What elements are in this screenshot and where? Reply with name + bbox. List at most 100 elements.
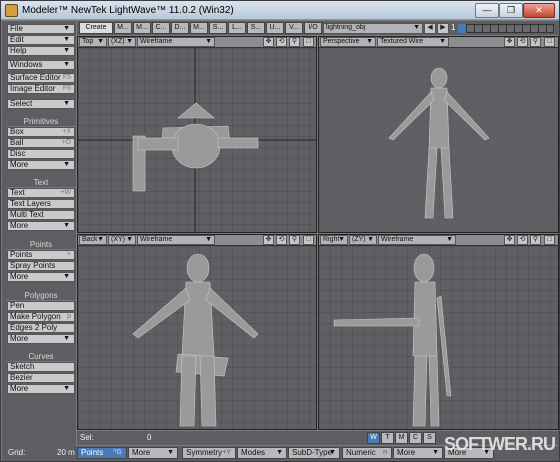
view-select[interactable]: Right ▼ (320, 235, 348, 245)
bezier-button[interactable]: Bezier (7, 373, 75, 383)
active-layer[interactable] (458, 24, 466, 33)
text-more-menu[interactable]: More ▼ (7, 221, 75, 231)
morph-toggle[interactable]: M (395, 432, 408, 444)
viewport-back[interactable]: Back ▼ (XY) ▼ Wireframe ▼ ✥ ⟲ ⚲ □ (77, 234, 317, 430)
polygons-more-menu[interactable]: More ▼ (7, 334, 75, 344)
primitives-more-menu[interactable]: More ▼ (7, 160, 75, 170)
edit-menu[interactable]: Edit ▼ (7, 35, 75, 45)
viewport-right[interactable]: Right ▼ (ZY) ▼ Wireframe ▼ ✥ ⟲ ⚲ □ (318, 234, 559, 430)
minimize-button[interactable]: — (475, 3, 499, 18)
close-button[interactable]: ✕ (523, 3, 555, 18)
tab-map[interactable]: M... (190, 22, 208, 34)
pen-button[interactable]: Pen (7, 301, 75, 311)
sketch-button[interactable]: Sketch (7, 362, 75, 372)
tab-detail[interactable]: D... (171, 22, 189, 34)
render-mode-select[interactable]: Wireframe ▼ (137, 235, 215, 245)
zoom-view-icon[interactable]: ⚲ (289, 235, 300, 245)
sel-value: 0 (147, 433, 152, 442)
curves-more-menu[interactable]: More ▼ (7, 384, 75, 394)
view-select[interactable]: Perspective ▼ (320, 37, 376, 47)
image-editor-button[interactable]: Image Editor F6 (7, 84, 75, 94)
sel-label: Sel: (80, 433, 94, 442)
spray-points-button[interactable]: Spray Points (7, 261, 75, 271)
viewport-perspective[interactable]: Perspective ▼ Textured Wire ▼ ✥ ⟲ ⚲ □ (318, 36, 559, 233)
render-mode-select[interactable]: Textured Wire ▼ (377, 37, 449, 47)
axis-select[interactable]: (XY) ▼ (108, 235, 136, 245)
text-layers-button[interactable]: Text Layers (7, 199, 75, 209)
zoom-view-icon[interactable]: ⚲ (289, 37, 300, 47)
color-toggle[interactable]: C (409, 432, 422, 444)
move-view-icon[interactable]: ✥ (263, 235, 274, 245)
tab-layout[interactable]: L... (228, 22, 246, 34)
tab-utilities[interactable]: U... (266, 22, 284, 34)
maximize-view-icon[interactable]: □ (303, 37, 314, 47)
zoom-view-icon[interactable]: ⚲ (530, 37, 541, 47)
windows-menu[interactable]: Windows ▼ (7, 60, 75, 70)
text-header: Text (6, 178, 76, 188)
subd-type-menu[interactable]: SubD-Type ▼ (288, 447, 340, 459)
move-view-icon[interactable]: ✥ (263, 37, 274, 47)
axis-select[interactable]: (XZ) ▼ (108, 37, 136, 47)
ball-button[interactable]: Ball +O (7, 138, 75, 148)
rotate-view-icon[interactable]: ⟲ (517, 37, 528, 47)
maximize-view-icon[interactable]: □ (544, 37, 555, 47)
prev-arrow-icon[interactable]: ◀ (424, 23, 436, 34)
move-view-icon[interactable]: ✥ (504, 235, 515, 245)
texture-toggle[interactable]: T (381, 432, 394, 444)
layer-number: 1 (451, 23, 456, 32)
make-polygon-button[interactable]: Make Polygon p (7, 312, 75, 322)
rotate-view-icon[interactable]: ⟲ (276, 235, 287, 245)
right-view-canvas (319, 246, 558, 429)
maximize-view-icon[interactable]: □ (544, 235, 555, 245)
move-view-icon[interactable]: ✥ (504, 37, 515, 47)
multi-text-button[interactable]: Multi Text (7, 210, 75, 220)
tab-io[interactable]: I/O (304, 22, 322, 34)
numeric-button[interactable]: Numeric n (342, 447, 392, 459)
viewport-header: Back ▼ (XY) ▼ Wireframe ▼ ✥ ⟲ ⚲ □ (78, 235, 316, 246)
title-bar: Modeler™ NewTek LightWave™ 11.0.2 (Win32… (1, 1, 559, 20)
viewport-top[interactable]: Top ▼ (XZ) ▼ Wireframe ▼ ✥ ⟲ ⚲ □ (77, 36, 317, 233)
view-select[interactable]: Back ▼ (79, 235, 107, 245)
next-arrow-icon[interactable]: ▶ (437, 23, 449, 34)
axis-select[interactable]: (ZY) ▼ (349, 235, 377, 245)
view-select[interactable]: Top ▼ (79, 37, 107, 47)
tab-view[interactable]: V... (285, 22, 303, 34)
tab-select[interactable]: S... (247, 22, 265, 34)
points-header: Points (6, 240, 76, 250)
polygons-header: Polygons (6, 291, 76, 301)
tab-multiply[interactable]: M... (133, 22, 151, 34)
text-button[interactable]: Text +W (7, 188, 75, 198)
render-mode-select[interactable]: Wireframe ▼ (378, 235, 456, 245)
points-button[interactable]: Points + (7, 250, 75, 260)
tab-construct[interactable]: C... (152, 22, 170, 34)
zoom-view-icon[interactable]: ⚲ (530, 235, 541, 245)
layer-bank[interactable] (458, 24, 554, 33)
edges-2-poly-button[interactable]: Edges 2 Poly (7, 323, 75, 333)
symmetry-button[interactable]: Symmetry +Y (182, 447, 236, 459)
viewport-header: Perspective ▼ Textured Wire ▼ ✥ ⟲ ⚲ □ (319, 37, 558, 48)
tab-setup[interactable]: S... (209, 22, 227, 34)
more-tools-menu[interactable]: More ▼ (393, 447, 443, 459)
wireframe-toggle[interactable]: W (367, 432, 380, 444)
rotate-view-icon[interactable]: ⟲ (276, 37, 287, 47)
window-title: Modeler™ NewTek LightWave™ 11.0.2 (Win32… (22, 5, 234, 16)
surface-editor-button[interactable]: Surface Editor F5 (7, 73, 75, 83)
render-mode-select[interactable]: Wireframe ▼ (137, 37, 215, 47)
more-selection-menu[interactable]: More ▼ (128, 447, 178, 459)
file-menu[interactable]: File ▼ (7, 24, 75, 34)
modes-menu[interactable]: Modes ▼ (237, 447, 287, 459)
maximize-button[interactable]: ❐ (499, 3, 523, 18)
subdivision-toggle[interactable]: S (423, 432, 436, 444)
points-more-menu[interactable]: More ▼ (7, 272, 75, 282)
rotate-view-icon[interactable]: ⟲ (517, 235, 528, 245)
object-select[interactable]: lightning_obj ▼ (323, 23, 423, 34)
box-button[interactable]: Box +X (7, 127, 75, 137)
tab-modify[interactable]: M... (114, 22, 132, 34)
perspective-canvas (319, 48, 558, 232)
disc-button[interactable]: Disc (7, 149, 75, 159)
maximize-view-icon[interactable]: □ (303, 235, 314, 245)
tab-create[interactable]: Create (79, 22, 113, 34)
points-mode-button[interactable]: Points ^G (77, 447, 127, 459)
help-menu[interactable]: Help ▼ (7, 46, 75, 56)
select-menu[interactable]: Select ▼ (7, 99, 75, 109)
